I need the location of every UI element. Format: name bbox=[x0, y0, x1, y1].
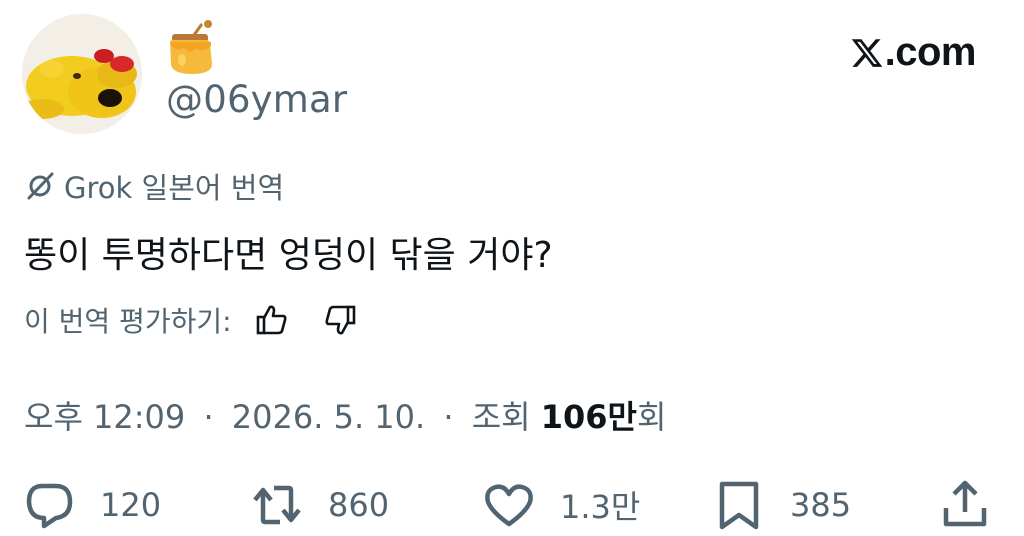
rate-translation: 이 번역 평가하기: bbox=[24, 300, 360, 340]
avatar[interactable] bbox=[22, 14, 142, 134]
thumbs-up-button[interactable] bbox=[252, 300, 292, 340]
translation-text: Grok 일본어 번역 bbox=[64, 171, 285, 205]
views-count: 106만 bbox=[540, 398, 637, 436]
grok-icon bbox=[27, 172, 54, 200]
reply-count: 120 bbox=[100, 486, 162, 524]
repost-count: 860 bbox=[328, 486, 390, 524]
thumbs-up-icon bbox=[256, 305, 287, 335]
thumbs-down-icon bbox=[325, 305, 355, 335]
bookmark-count: 385 bbox=[790, 486, 852, 524]
bookmark-button[interactable]: 385 bbox=[712, 474, 851, 536]
like-count: 1.3만 bbox=[560, 488, 641, 526]
bookmark-icon bbox=[719, 481, 759, 530]
repost-icon bbox=[253, 485, 301, 525]
share-button[interactable] bbox=[938, 474, 992, 536]
rate-label: 이 번역 평가하기: bbox=[24, 305, 232, 338]
views-prefix: 조회 bbox=[471, 398, 531, 436]
tweet-date[interactable]: 2026. 5. 10. bbox=[232, 398, 425, 436]
meta-separator: · bbox=[443, 398, 454, 436]
action-bar: 120 860 1.3만 385 bbox=[0, 474, 1024, 536]
repost-button[interactable]: 860 bbox=[250, 474, 389, 536]
reply-icon bbox=[26, 483, 73, 529]
tweet-text: 똥이 투명하다면 엉덩이 닦을 거야? bbox=[24, 235, 553, 276]
user-handle[interactable]: @06ymar bbox=[166, 78, 347, 121]
heart-icon bbox=[485, 484, 533, 527]
views-suffix: 회 bbox=[637, 398, 667, 436]
x-icon bbox=[851, 38, 882, 67]
reply-button[interactable]: 120 bbox=[22, 474, 161, 536]
tweet-meta: 오후 12:09 · 2026. 5. 10. · 조회 106만회 bbox=[24, 392, 666, 438]
translation-label[interactable]: Grok 일본어 번역 bbox=[24, 165, 284, 207]
x-logo: .com bbox=[850, 30, 977, 75]
thumbs-down-button[interactable] bbox=[320, 300, 360, 340]
site-domain: .com bbox=[884, 30, 977, 74]
tweet-time[interactable]: 오후 12:09 bbox=[24, 398, 185, 436]
meta-separator: · bbox=[203, 398, 214, 436]
honey-pot-icon bbox=[166, 20, 218, 76]
share-icon bbox=[943, 480, 987, 527]
like-button[interactable]: 1.3만 bbox=[482, 474, 640, 536]
